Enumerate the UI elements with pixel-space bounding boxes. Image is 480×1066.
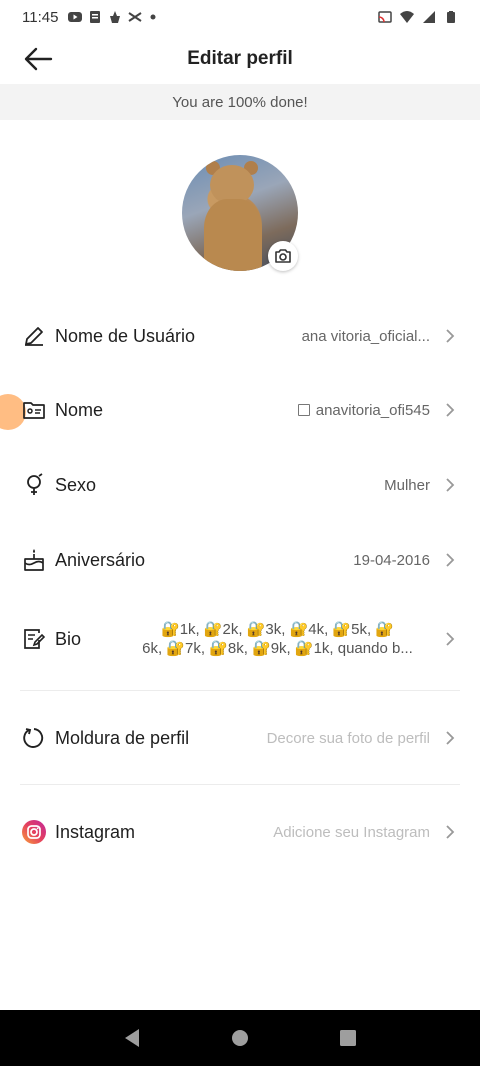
username-row[interactable]: Nome de Usuário ana vitoria_oficial... [0, 306, 480, 366]
chevron-right-icon [446, 632, 455, 646]
news-icon [90, 11, 101, 23]
cleaner-icon [110, 11, 121, 23]
notification-icons [68, 11, 162, 23]
gender-value: Mulher [384, 476, 430, 494]
chevron-right-icon [446, 731, 455, 745]
nav-back-icon[interactable] [123, 1028, 141, 1048]
id-card-icon [22, 398, 46, 422]
instagram-label: Instagram [55, 821, 136, 842]
gender-row[interactable]: Sexo Mulher [0, 455, 480, 515]
page-title: Editar perfil [187, 48, 293, 69]
back-button[interactable] [20, 42, 56, 76]
name-value: anavitoria_ofi545 [315, 401, 430, 419]
divider [20, 784, 460, 785]
gender-icon [22, 473, 46, 497]
profile-frame-placeholder: Decore sua foto de perfil [266, 729, 430, 747]
nav-home-icon[interactable] [231, 1029, 249, 1047]
system-nav-bar [0, 1010, 480, 1066]
profile-frame-label: Moldura de perfil [55, 727, 190, 748]
dot-icon [150, 14, 156, 20]
chevron-right-icon [446, 825, 455, 839]
cast-icon [378, 11, 392, 23]
bio-row[interactable]: Bio 🔐1k, 🔐2k, 🔐3k, 🔐4k, 🔐5k, 🔐 6k, 🔐7k, … [0, 609, 480, 669]
avatar-container[interactable] [182, 155, 298, 271]
birthday-label: Aniversário [55, 549, 146, 570]
completion-banner: You are 100% done! [0, 84, 480, 120]
gender-label: Sexo [55, 474, 97, 495]
system-icons [378, 11, 458, 23]
birthday-value: 19-04-2016 [353, 551, 430, 569]
username-value: ana vitoria_oficial... [301, 327, 430, 345]
nav-recents-icon[interactable] [339, 1029, 357, 1047]
cake-icon [22, 548, 46, 572]
divider [20, 690, 460, 691]
instagram-row[interactable]: Instagram Adicione seu Instagram [0, 802, 480, 862]
bio-value: 🔐1k, 🔐2k, 🔐3k, 🔐4k, 🔐5k, 🔐 6k, 🔐7k, 🔐8k,… [120, 620, 435, 658]
name-row[interactable]: Nome anavitoria_ofi545 [0, 380, 480, 440]
instagram-icon [22, 820, 46, 844]
capcut-icon [128, 12, 142, 22]
chevron-right-icon [446, 329, 455, 343]
name-label: Nome [55, 399, 104, 420]
pencil-icon [22, 324, 46, 348]
name-value-wrap: anavitoria_ofi545 [297, 401, 430, 419]
chevron-right-icon [446, 553, 455, 567]
refresh-frame-icon [22, 726, 46, 750]
bio-line-1: 🔐1k, 🔐2k, 🔐3k, 🔐4k, 🔐5k, 🔐 [161, 621, 394, 638]
completion-text: You are 100% done! [172, 93, 308, 111]
status-time: 11:45 [22, 8, 59, 26]
status-bar: 11:45 [0, 0, 480, 34]
bio-edit-icon [22, 627, 46, 651]
header: Editar perfil [0, 34, 480, 84]
profile-frame-row[interactable]: Moldura de perfil Decore sua foto de per… [0, 708, 480, 768]
chevron-right-icon [446, 478, 455, 492]
battery-icon [447, 11, 455, 23]
bear-body [204, 199, 262, 271]
bio-line-2: 6k, 🔐7k, 🔐8k, 🔐9k, 🔐1k, quando b... [142, 640, 413, 657]
birthday-row[interactable]: Aniversário 19-04-2016 [0, 530, 480, 590]
copy-icon[interactable] [297, 403, 310, 416]
instagram-placeholder: Adicione seu Instagram [273, 823, 430, 841]
change-photo-button[interactable] [268, 241, 298, 271]
signal-icon [423, 11, 435, 23]
camera-icon [275, 249, 291, 263]
chevron-right-icon [446, 403, 455, 417]
bio-label: Bio [55, 628, 82, 649]
username-label: Nome de Usuário [55, 325, 196, 346]
arrow-left-icon [24, 47, 53, 71]
youtube-icon [68, 12, 83, 22]
wifi-icon [400, 11, 414, 23]
